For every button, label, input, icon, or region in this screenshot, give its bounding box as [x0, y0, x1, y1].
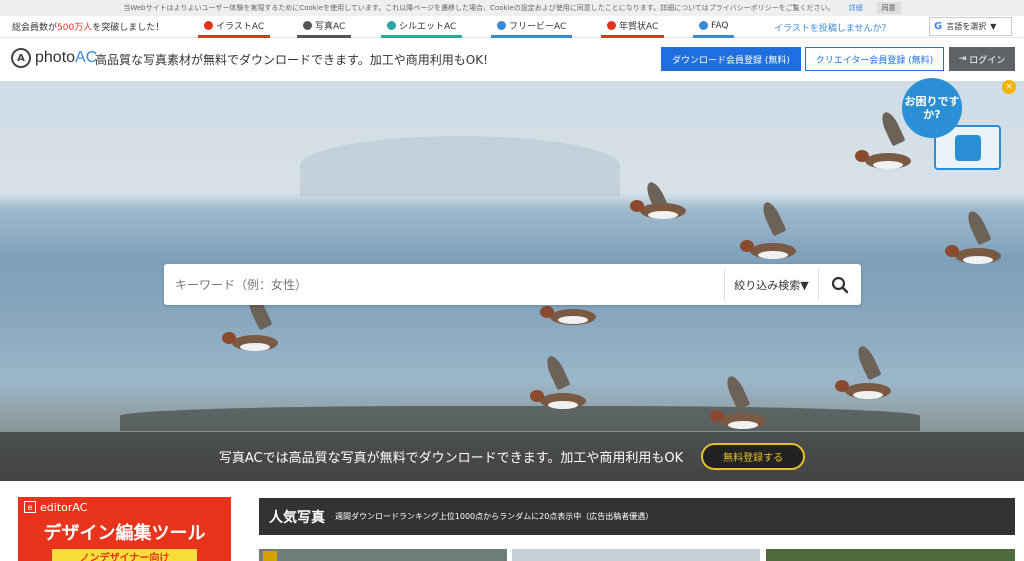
help-bubble[interactable]: お困りですか?: [902, 78, 962, 138]
service-link-freebie[interactable]: フリービーAC: [491, 16, 573, 38]
post-illust-link[interactable]: イラストを投稿しませんか？: [774, 21, 891, 34]
cookie-agree-button[interactable]: 同意: [876, 2, 901, 14]
logo-text: photoAC: [35, 49, 97, 67]
logo-text-ac: AC: [75, 49, 98, 66]
photo-thumbnail[interactable]: [259, 549, 507, 561]
creator-register-button[interactable]: クリエイター会員登録 (無料): [805, 47, 944, 71]
member-count-suffix: を突破しました！: [92, 23, 165, 33]
free-register-button[interactable]: 無料登録する: [701, 443, 806, 470]
popular-photos-header: 人気写真 週間ダウンロードランキング上位1000点からランダムに20点表示中（広…: [259, 498, 1015, 535]
service-link-silhouette[interactable]: シルエットAC: [381, 16, 463, 38]
editorac-logo-icon: e: [24, 501, 36, 513]
search-icon: [831, 276, 849, 293]
service-link-illust[interactable]: イラストAC: [198, 16, 271, 38]
logo[interactable]: A photoAC: [11, 48, 97, 68]
hero-banner: 写真ACでは高品質な写真が無料でダウンロードできます。加工や商用利用もOK 無料…: [0, 432, 1024, 481]
freebie-ac-icon: [497, 21, 506, 30]
filter-search-dropdown[interactable]: 絞り込み検索▼: [724, 268, 819, 301]
member-count: 総会員数が500万人を突破しました！: [0, 20, 200, 33]
service-link-nengajo[interactable]: 年賀状AC: [601, 16, 665, 38]
hero-banner-text: 写真ACでは高品質な写真が無料でダウンロードできます。加工や商用利用もOK: [218, 451, 684, 466]
member-count-prefix: 総会員数が: [12, 23, 58, 33]
ad-headline: デザイン編集ツール: [43, 523, 206, 544]
service-label: FAQ: [711, 20, 729, 31]
tagline: 高品質な写真素材が無料でダウンロードできます。加工や商用利用もOK!: [95, 53, 488, 67]
login-label: ログイン: [969, 55, 1006, 66]
chevron-down-icon: ▼: [990, 22, 997, 31]
service-label: 写真AC: [315, 22, 346, 32]
search-bar: キーワード（例：女性） 絞り込み検索▼: [164, 264, 861, 305]
service-link-photo[interactable]: 写真AC: [297, 16, 352, 38]
ad-brand: e editorAC: [18, 497, 231, 517]
service-label: イラストAC: [216, 22, 265, 32]
site-header: A photoAC 高品質な写真素材が無料でダウンロードできます。加工や商用利用…: [0, 38, 1024, 80]
ad-subline: ノンデザイナー向け: [52, 549, 197, 561]
photo-thumbnail[interactable]: [766, 549, 1015, 561]
login-icon: ⇥: [958, 54, 967, 64]
search-button[interactable]: [819, 264, 861, 305]
service-nav: 総会員数が500万人を突破しました！ イラストAC 写真AC シルエットAC フ…: [0, 16, 1024, 38]
login-button[interactable]: ⇥ ログイン: [949, 47, 1015, 71]
editorac-ad[interactable]: e editorAC デザイン編集ツール ノンデザイナー向け: [18, 497, 231, 561]
nengajo-ac-icon: [607, 21, 616, 30]
illust-ac-icon: [204, 21, 213, 30]
language-select[interactable]: G 言語を選択 ▼: [929, 17, 1012, 36]
help-close-icon[interactable]: ×: [1002, 80, 1016, 94]
silhouette-ac-icon: [387, 21, 396, 30]
hero-shore: [120, 406, 920, 431]
logo-text-photo: photo: [35, 49, 76, 66]
hero-mountain: [300, 136, 620, 196]
popular-description: 週間ダウンロードランキング上位1000点からランダムに20点表示中（広告出稿者優…: [335, 512, 654, 521]
rank-badge: [263, 551, 277, 561]
photo-thumbnail[interactable]: [512, 549, 760, 561]
service-label: 年賀状AC: [619, 22, 659, 32]
hero-image: キーワード（例：女性） 絞り込み検索▼ 写真ACでは高品質な写真が無料でダウンロ…: [0, 81, 1024, 481]
language-label: 言語を選択: [946, 22, 987, 31]
search-input[interactable]: キーワード（例：女性）: [164, 276, 724, 293]
service-label: フリービーAC: [509, 22, 567, 32]
logo-icon: A: [11, 48, 31, 68]
service-label: シルエットAC: [399, 22, 457, 32]
download-register-button[interactable]: ダウンロード会員登録 (無料): [661, 47, 801, 71]
popular-heading: 人気写真: [269, 509, 325, 526]
cookie-bar: 当Webサイトはよりよいユーザー体験を実現するためにCookieを使用しています…: [0, 0, 1024, 16]
ad-brand-label: editorAC: [40, 500, 88, 514]
google-icon: G: [934, 21, 943, 32]
member-count-number: 500万人: [57, 23, 93, 33]
cookie-details-link[interactable]: 詳細: [849, 3, 863, 13]
photo-ac-icon: [303, 21, 312, 30]
service-link-faq[interactable]: FAQ: [693, 16, 735, 38]
cookie-text: 当Webサイトはよりよいユーザー体験を実現するためにCookieを使用しています…: [123, 4, 835, 12]
faq-icon: [699, 21, 708, 30]
